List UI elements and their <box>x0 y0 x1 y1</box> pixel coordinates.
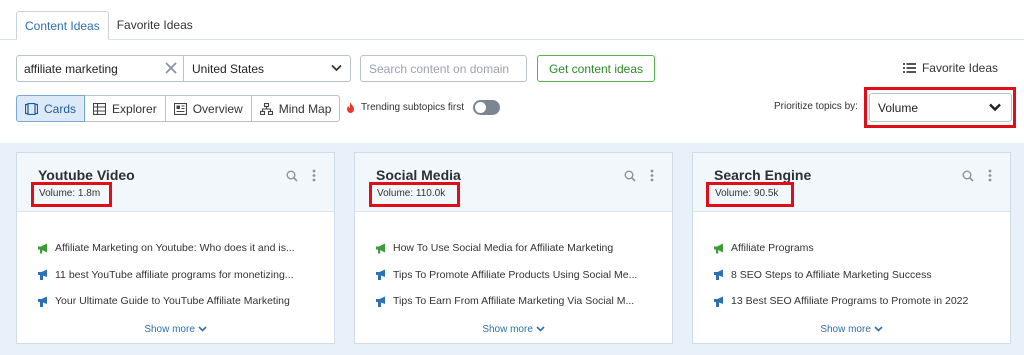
megaphone-icon <box>38 243 47 254</box>
card-title: Youtube Video <box>38 167 135 183</box>
list-item[interactable]: Tips To Promote Affiliate Products Using… <box>355 262 672 289</box>
more-vertical-icon[interactable] <box>650 169 654 182</box>
article-icon <box>714 269 723 281</box>
search-icon[interactable] <box>286 170 298 182</box>
list-item[interactable]: 13 Best SEO Affiliate Programs to Promot… <box>693 288 1010 315</box>
list-item[interactable]: Affiliate Programs <box>693 235 1010 262</box>
search-group: United States <box>16 55 351 82</box>
highlight-box-volume <box>706 182 794 207</box>
list-item[interactable]: Affiliate Marketing on Youtube: Who does… <box>17 235 334 262</box>
highlight-box-volume <box>31 182 112 207</box>
card-items: Affiliate Marketing on Youtube: Who does… <box>17 212 334 315</box>
article-icon <box>376 296 385 307</box>
chevron-down-icon <box>198 326 207 332</box>
country-select[interactable]: United States <box>184 56 350 81</box>
list-item[interactable]: Tips To Earn From Affiliate Marketing Vi… <box>355 288 672 315</box>
article-icon <box>38 269 47 281</box>
card-items: How To Use Social Media for Affiliate Ma… <box>355 212 672 315</box>
view-cards-button[interactable]: Cards <box>16 95 86 122</box>
view-cards-label: Cards <box>44 101 77 116</box>
view-overview-label: Overview <box>192 101 243 116</box>
highlight-box-volume <box>369 182 460 207</box>
show-more-link[interactable]: Show more <box>17 324 334 335</box>
overview-icon <box>173 102 187 115</box>
article-icon <box>714 296 723 307</box>
view-explorer-label: Explorer <box>112 101 157 116</box>
favorite-ideas-link[interactable]: Favorite Ideas <box>902 61 998 75</box>
card-items: Affiliate Programs 8 SEO Steps to Affili… <box>693 212 1010 315</box>
topic-card: Youtube Video Volume: 1.8m Affiliate Mar… <box>16 152 335 344</box>
show-more-label: Show more <box>144 324 195 335</box>
country-select-value: United States <box>192 62 265 76</box>
prioritize-label: Prioritize topics by: <box>774 101 858 112</box>
item-title: Tips To Promote Affiliate Products Using… <box>393 268 638 281</box>
chevron-down-icon <box>331 64 342 72</box>
topic-card: Social Media Volume: 110.0k How To Use S… <box>354 152 673 344</box>
item-title: Tips To Earn From Affiliate Marketing Vi… <box>393 295 635 308</box>
tab-divider <box>0 39 1024 40</box>
show-more-label: Show more <box>482 324 533 335</box>
table-icon <box>93 102 107 115</box>
clear-icon[interactable] <box>164 61 178 75</box>
chevron-down-icon <box>874 326 883 332</box>
card-actions <box>962 169 992 182</box>
card-title: Social Media <box>376 167 461 183</box>
trending-toggle[interactable] <box>473 100 501 115</box>
list-item[interactable]: 11 best YouTube affiliate programs for m… <box>17 262 334 289</box>
mindmap-icon <box>259 102 273 115</box>
trending-subtopics: Trending subtopics first <box>346 100 501 115</box>
article-icon <box>38 296 47 307</box>
megaphone-icon <box>714 243 723 254</box>
article-icon <box>376 269 385 281</box>
domain-search-input[interactable] <box>360 55 527 82</box>
item-title: 13 Best SEO Affiliate Programs to Promot… <box>731 295 969 308</box>
item-title: Affiliate Marketing on Youtube: Who does… <box>55 242 295 255</box>
show-more-link[interactable]: Show more <box>355 324 672 335</box>
more-vertical-icon[interactable] <box>312 169 316 182</box>
chevron-down-icon <box>536 326 545 332</box>
item-title: 11 best YouTube affiliate programs for m… <box>55 268 294 281</box>
fire-icon <box>347 102 354 113</box>
search-icon[interactable] <box>624 170 636 182</box>
view-mindmap-label: Mind Map <box>278 101 332 116</box>
list-item[interactable]: Your Ultimate Guide to YouTube Affiliate… <box>17 288 334 315</box>
more-vertical-icon[interactable] <box>988 169 992 182</box>
card-title: Search Engine <box>714 167 812 183</box>
item-title: 8 SEO Steps to Affiliate Marketing Succe… <box>731 268 932 281</box>
trending-label: Trending subtopics first <box>361 102 465 113</box>
view-overview-button[interactable]: Overview <box>164 95 252 122</box>
search-icon[interactable] <box>962 170 974 182</box>
view-explorer-button[interactable]: Explorer <box>84 95 166 122</box>
item-title: Affiliate Programs <box>731 242 814 255</box>
tab-favorite-ideas[interactable]: Favorite Ideas <box>109 11 201 40</box>
topic-card: Search Engine Volume: 90.5k Affiliate Pr… <box>692 152 1011 344</box>
card-actions <box>286 169 316 182</box>
item-title: Your Ultimate Guide to YouTube Affiliate… <box>55 295 290 308</box>
favorite-ideas-label: Favorite Ideas <box>921 61 998 75</box>
item-title: How To Use Social Media for Affiliate Ma… <box>393 242 614 255</box>
card-actions <box>624 169 654 182</box>
highlight-box-prioritize <box>864 87 1016 128</box>
keyword-input[interactable] <box>17 56 184 81</box>
tab-bar: Content Ideas Favorite Ideas <box>16 11 201 41</box>
megaphone-icon <box>376 243 385 254</box>
get-content-ideas-button[interactable]: Get content ideas <box>537 55 655 82</box>
list-item[interactable]: 8 SEO Steps to Affiliate Marketing Succe… <box>693 262 1010 289</box>
tab-content-ideas[interactable]: Content Ideas <box>16 11 109 40</box>
show-more-label: Show more <box>820 324 871 335</box>
list-icon <box>902 63 916 73</box>
show-more-link[interactable]: Show more <box>693 324 1010 335</box>
view-switcher: Cards Explorer Overview Mind Map <box>16 95 341 122</box>
cards-icon <box>25 102 38 115</box>
view-mindmap-button[interactable]: Mind Map <box>250 95 341 122</box>
list-item[interactable]: How To Use Social Media for Affiliate Ma… <box>355 235 672 262</box>
